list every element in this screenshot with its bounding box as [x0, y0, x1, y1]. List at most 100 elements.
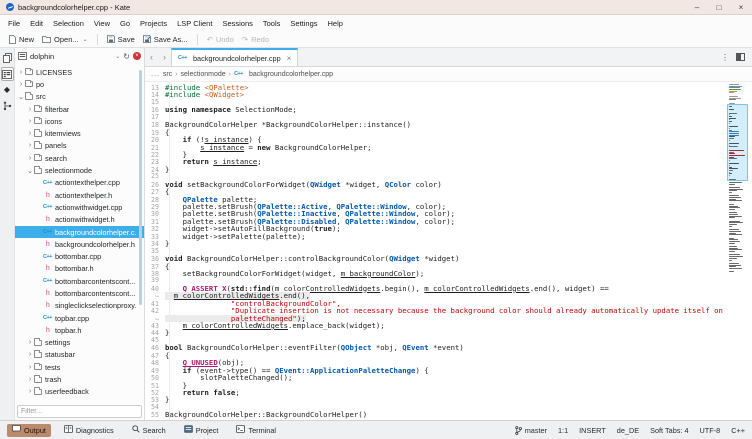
git-branch-status[interactable]: master: [515, 426, 547, 435]
tree-item[interactable]: htopbar.h: [15, 324, 144, 336]
tree-item-label: topbar.h: [55, 326, 81, 335]
menu-go[interactable]: Go: [115, 17, 135, 30]
tab-mode-status[interactable]: Soft Tabs: 4: [650, 426, 688, 435]
open-dropdown-icon[interactable]: ⌄: [83, 36, 88, 43]
tree-item[interactable]: ›search: [15, 152, 144, 164]
menu-file[interactable]: File: [3, 17, 25, 30]
tree-item[interactable]: hactionwithwidget.h: [15, 214, 144, 226]
tree-expander-icon[interactable]: ›: [26, 339, 34, 346]
tree-item[interactable]: hbottombarcontentscont...: [15, 287, 144, 299]
menu-lsp-client[interactable]: LSP Client: [172, 17, 217, 30]
tree-item[interactable]: ›tests: [15, 361, 144, 373]
cursor-position-status[interactable]: 1:1: [558, 426, 568, 435]
tree-item[interactable]: ›statusbar: [15, 349, 144, 361]
tree-item[interactable]: ›trash: [15, 373, 144, 385]
tree-scrollbar[interactable]: [139, 70, 142, 305]
toolview-button-output[interactable]: Output: [7, 424, 51, 437]
tree-item[interactable]: C++actionwithwidget.cpp: [15, 201, 144, 213]
tree-item[interactable]: ›filterbar: [15, 103, 144, 115]
maximize-button[interactable]: □: [708, 0, 730, 15]
input-mode-status[interactable]: INSERT: [579, 426, 606, 435]
documents-panel-button[interactable]: [1, 51, 14, 65]
split-view-icon[interactable]: [736, 53, 745, 61]
tree-expander-icon[interactable]: ›: [17, 81, 25, 88]
close-project-icon[interactable]: ×: [133, 52, 141, 60]
projects-panel-button[interactable]: [1, 67, 14, 81]
filter-input[interactable]: [17, 405, 142, 418]
minimap-viewport[interactable]: [727, 104, 748, 181]
tree-item[interactable]: C++backgroundcolorhelper.c...: [15, 226, 144, 238]
tree-item[interactable]: ⌄selectionmode: [15, 164, 144, 176]
line-number: 45: [145, 337, 165, 344]
menu-edit[interactable]: Edit: [25, 17, 48, 30]
code-view[interactable]: 13#include <QPalette>14#include <QWidget…: [145, 82, 752, 420]
project-dropdown-icon[interactable]: ⌄: [115, 53, 120, 60]
tree-expander-icon[interactable]: ›: [26, 376, 34, 383]
menu-projects[interactable]: Projects: [135, 17, 172, 30]
history-back-button[interactable]: ‹: [145, 48, 158, 66]
tree-item[interactable]: hbottombar.h: [15, 263, 144, 275]
syntax-mode-status[interactable]: C++: [731, 426, 745, 435]
undo-button[interactable]: ↶ Undo: [203, 33, 238, 46]
tree-expander-icon[interactable]: ⌄: [26, 167, 34, 175]
minimize-button[interactable]: –: [686, 0, 708, 15]
tree-expander-icon[interactable]: ›: [26, 388, 34, 395]
encoding-status[interactable]: UTF-8: [700, 426, 721, 435]
tree-item[interactable]: ›icons: [15, 115, 144, 127]
tree-expander-icon[interactable]: ›: [17, 69, 25, 76]
tree-item[interactable]: ›userfeedback: [15, 386, 144, 398]
toolview-button-diagnostics[interactable]: Diagnostics: [59, 424, 119, 437]
tree-item[interactable]: ›po: [15, 78, 144, 90]
toolview-button-terminal[interactable]: Terminal: [231, 424, 281, 437]
history-forward-button[interactable]: ›: [158, 48, 171, 66]
menu-tools[interactable]: Tools: [258, 17, 286, 30]
tree-expander-icon[interactable]: ›: [26, 351, 34, 358]
more-options-icon[interactable]: ⋮: [721, 53, 729, 62]
tree-item[interactable]: ›LICENSES: [15, 66, 144, 78]
minimap-scrollbar[interactable]: [729, 84, 746, 273]
tree-item[interactable]: C++topbar.cpp: [15, 312, 144, 324]
dictionary-status[interactable]: de_DE: [617, 426, 639, 435]
toolview-button-search[interactable]: Search: [127, 424, 171, 437]
git-panel-button[interactable]: ◆: [1, 83, 14, 97]
close-button[interactable]: ×: [730, 0, 752, 15]
symbols-panel-button[interactable]: [1, 99, 14, 113]
breadcrumb-overflow[interactable]: ...: [151, 71, 160, 78]
tree-expander-icon[interactable]: ›: [26, 106, 34, 113]
tree-expander-icon[interactable]: ›: [26, 118, 34, 125]
menu-sessions[interactable]: Sessions: [217, 17, 257, 30]
tree-item[interactable]: ›panels: [15, 140, 144, 152]
tree-expander-icon[interactable]: ›: [26, 142, 34, 149]
tree-expander-icon[interactable]: ⌄: [17, 93, 25, 101]
tree-item[interactable]: C++bottombar.cpp: [15, 250, 144, 262]
menu-selection[interactable]: Selection: [48, 17, 89, 30]
breadcrumb-file[interactable]: backgroundcolorhelper.cpp: [249, 71, 333, 78]
tree-item[interactable]: C++actiontexthelper.cpp: [15, 177, 144, 189]
tree-expander-icon[interactable]: ›: [26, 130, 34, 137]
project-selector[interactable]: dolphin: [30, 52, 54, 61]
tree-expander-icon[interactable]: ›: [26, 155, 34, 162]
tree-item[interactable]: ›settings: [15, 337, 144, 349]
tree-item-label: backgroundcolorhelper.h: [55, 240, 135, 249]
tree-item[interactable]: hsingleclickselectionproxy...: [15, 300, 144, 312]
toolview-button-project[interactable]: Project: [179, 424, 224, 437]
new-button[interactable]: New: [5, 33, 38, 46]
save-button[interactable]: Save: [103, 33, 139, 46]
tab-close-icon[interactable]: ×: [287, 54, 292, 63]
menu-view[interactable]: View: [89, 17, 115, 30]
document-tab[interactable]: C++ backgroundcolorhelper.cpp ×: [171, 48, 298, 66]
tree-item[interactable]: C++bottombarcontentscont...: [15, 275, 144, 287]
open-button[interactable]: Open... ⌄: [38, 33, 92, 46]
tree-item[interactable]: ⌄src: [15, 91, 144, 103]
menu-settings[interactable]: Settings: [285, 17, 322, 30]
redo-button[interactable]: ↷ Redo: [238, 33, 273, 46]
tree-item[interactable]: hactiontexthelper.h: [15, 189, 144, 201]
tree-item[interactable]: hbackgroundcolorhelper.h: [15, 238, 144, 250]
save-as-button[interactable]: Save As...: [139, 33, 192, 46]
breadcrumb-item[interactable]: selectionmode: [181, 71, 226, 78]
reload-project-icon[interactable]: ↻: [123, 52, 130, 61]
breadcrumb-item[interactable]: src: [163, 71, 172, 78]
tree-item[interactable]: ›kitemviews: [15, 127, 144, 139]
tree-expander-icon[interactable]: ›: [26, 364, 34, 371]
menu-help[interactable]: Help: [323, 17, 348, 30]
